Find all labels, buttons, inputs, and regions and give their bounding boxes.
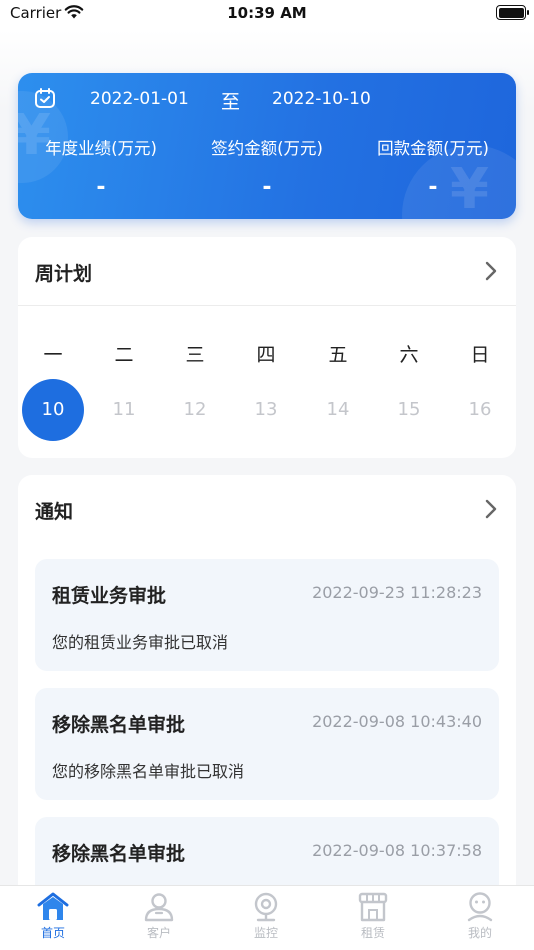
week-plan-title[interactable]: 周计划 [35,259,92,286]
notice-item-time: 2022-09-08 10:43:40 [312,712,482,731]
date-cell[interactable]: 11 [104,399,144,420]
tab-label: 我的 [467,926,492,940]
notice-item[interactable]: 移除黑名单审批 2022-09-08 10:43:40 您的移除黑名单审批已取消 [35,688,499,800]
metric-annual-performance: 年度业绩(万元) - [18,135,184,200]
date-cell[interactable]: 14 [318,399,358,420]
tab-label: 客户 [146,926,171,940]
chevron-right-icon[interactable] [484,498,498,520]
weekday-label: 日 [470,344,490,366]
performance-summary-card: ¥ ¥ 2022-01-01 至 2022-10-10 年度业绩(万元) - 签… [18,73,516,219]
date-separator: 至 [221,91,241,113]
notice-item-time: 2022-09-08 10:37:58 [312,841,482,860]
notice-item-title: 移除黑名单审批 [52,714,186,736]
notice-item[interactable]: 租赁业务审批 2022-09-23 11:28:23 您的租赁业务审批已取消 [35,559,499,671]
notice-item-title: 移除黑名单审批 [52,843,186,865]
date-start[interactable]: 2022-01-01 [90,89,189,109]
bottom-tab-bar: 首页 客户 监控 租赁 我的 [0,885,534,950]
metric-label: 回款金额(万元) [377,139,489,158]
calendar-icon[interactable] [34,87,56,109]
date-cell[interactable]: 12 [175,399,215,420]
tab-label: 租赁 [360,926,385,940]
user-icon [144,893,174,922]
tab-mine[interactable]: 我的 [440,892,520,941]
date-cell[interactable]: 15 [389,399,429,420]
metric-label: 签约金额(万元) [211,139,323,158]
date-cell[interactable]: 16 [460,399,500,420]
camera-icon [254,892,278,922]
metric-value: - [96,175,106,200]
notice-item-text: 您的租赁业务审批已取消 [52,633,229,652]
profile-icon [467,892,493,922]
weekday-label: 二 [114,344,134,366]
week-plan-card: 周计划 一 二 三 四 五 六 日 10 11 12 13 14 15 16 [18,237,516,458]
weekday-label: 一 [43,344,63,366]
store-icon [358,892,388,922]
home-icon [37,892,69,920]
notice-item-time: 2022-09-23 11:28:23 [312,583,482,602]
date-selected[interactable]: 10 [22,379,84,441]
clock: 10:39 AM [227,4,307,22]
battery-icon [496,5,529,20]
tab-customers[interactable]: 客户 [119,892,199,941]
divider [18,305,516,306]
metric-collected-amount: 回款金额(万元) - [350,135,516,200]
notice-item-text: 您的移除黑名单审批已取消 [52,762,245,781]
metric-signed-amount: 签约金额(万元) - [184,135,350,200]
metric-value: - [428,175,438,200]
tab-home[interactable]: 首页 [13,892,93,941]
weekday-label: 三 [185,344,205,366]
date-cell[interactable]: 13 [246,399,286,420]
weekday-label: 六 [399,344,419,366]
notice-title[interactable]: 通知 [35,497,73,524]
status-bar: Carrier 10:39 AM [0,0,534,30]
weekday-label: 五 [328,344,348,366]
metric-value: - [262,175,272,200]
metric-label: 年度业绩(万元) [45,139,157,158]
tab-label: 监控 [253,926,278,940]
tab-lease[interactable]: 租赁 [333,892,413,941]
date-end[interactable]: 2022-10-10 [272,89,371,109]
tab-monitor[interactable]: 监控 [226,892,306,941]
chevron-right-icon[interactable] [484,260,498,282]
notice-item-title: 租赁业务审批 [52,585,167,607]
tab-label: 首页 [40,926,65,940]
weekday-label: 四 [256,344,276,366]
notice-card: 通知 租赁业务审批 2022-09-23 11:28:23 您的租赁业务审批已取… [18,475,516,929]
